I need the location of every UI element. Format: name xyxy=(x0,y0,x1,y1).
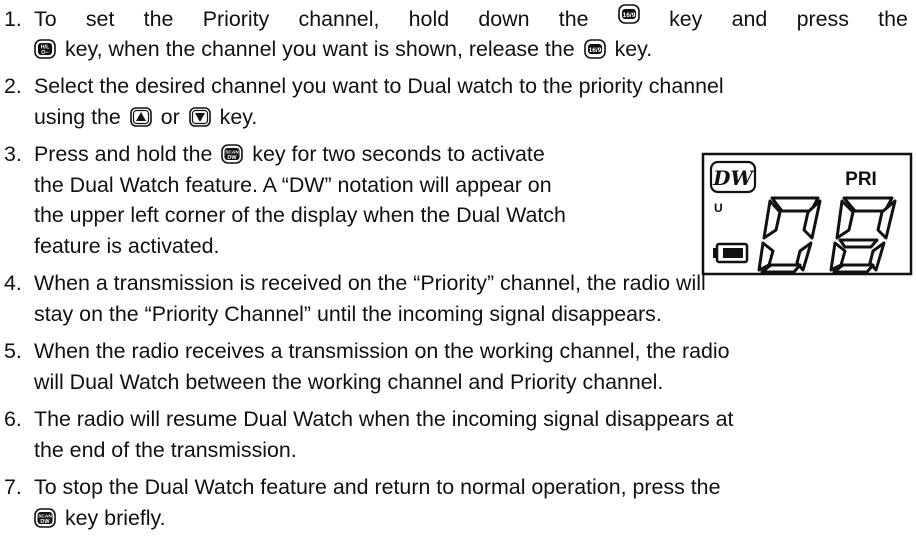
battery-icon xyxy=(713,242,749,264)
item-number: 7. xyxy=(4,475,22,499)
svg-text:DW: DW xyxy=(228,155,238,161)
item-4-line-2: stay on the “Priority Channel” until the… xyxy=(34,302,662,326)
up-arrow-key-icon xyxy=(129,107,152,127)
svg-text:DW: DW xyxy=(40,519,50,525)
ch16-9-key-icon: 16/9 xyxy=(583,39,606,59)
lcd-display-illustration: DW PRI U 08 xyxy=(701,152,913,276)
svg-text:O−: O− xyxy=(41,50,49,56)
scan-dw-key-icon: SCAN DW xyxy=(34,508,56,528)
item-number: 6. xyxy=(4,407,22,431)
manual-page: 1. To set the Priority channel, hold dow… xyxy=(0,0,916,552)
item-5-line-2: will Dual Watch between the working chan… xyxy=(34,370,664,394)
item-6-line-2: the end of the transmission. xyxy=(34,438,297,462)
item-5-line-1: 5. When the radio receives a transmissio… xyxy=(0,336,916,366)
svg-text:16/9: 16/9 xyxy=(588,47,601,54)
item-2-line-2: using the or key. xyxy=(34,105,258,129)
item-2-line-1: 2. Select the desired channel you want t… xyxy=(0,71,916,101)
item-number: 2. xyxy=(4,74,22,98)
item-number: 5. xyxy=(4,339,22,363)
down-arrow-key-icon xyxy=(188,107,211,127)
scan-dw-key-icon: SCAN DW xyxy=(221,144,244,164)
item-4-line-1: 4. When a transmission is received on th… xyxy=(0,268,916,298)
priority-label: PRI xyxy=(845,169,877,190)
item-number: 4. xyxy=(4,271,22,295)
item-1-line-2: H/L O− key, when the channel you want is… xyxy=(0,34,916,64)
item-6-line-1: 6. The radio will resume Dual Watch when… xyxy=(0,404,916,434)
item-1-justified-line: To set the Priority channel, hold down t… xyxy=(34,4,908,34)
ch16-9-key-icon: 16/9 xyxy=(617,4,640,24)
item-number: 1. xyxy=(4,7,22,31)
dw-mode-badge: DW xyxy=(709,160,757,194)
hl-key-icon: H/L O− xyxy=(34,39,56,59)
item-number: 3. xyxy=(4,142,22,166)
item-7-line-2: SCAN DW key briefly. xyxy=(0,503,916,533)
svg-text:DW: DW xyxy=(712,166,755,190)
power-indicator: U xyxy=(714,201,723,215)
item-7-line-1: 7. To stop the Dual Watch feature and re… xyxy=(0,472,916,502)
svg-text:16/9: 16/9 xyxy=(622,12,635,19)
item-1-line-1: 1. To set the Priority channel, hold dow… xyxy=(0,4,916,34)
